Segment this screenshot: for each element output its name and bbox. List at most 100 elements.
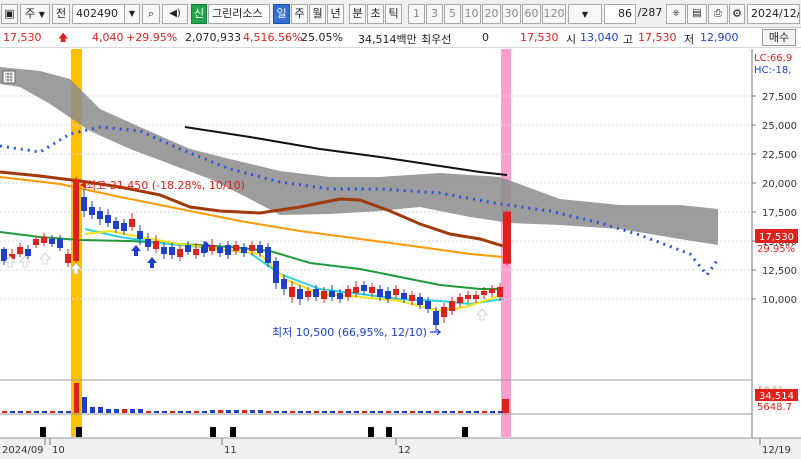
hts-chart-window: ▣ 주 ▼ 전 402490 ▼ ⌕ ◀) 신 그린리소스 일 주 월 년 분 …: [0, 0, 801, 459]
print-icon[interactable]: ⎙: [708, 4, 728, 24]
volume-bar: [290, 411, 295, 413]
period-20[interactable]: 20: [482, 4, 501, 24]
candle-down: [105, 215, 111, 223]
volume-bar: [330, 411, 335, 413]
candle-up: [193, 249, 199, 255]
tab-tick[interactable]: 틱: [385, 4, 402, 24]
period-custom-select[interactable]: ▼: [568, 4, 602, 24]
candle-up: [17, 247, 23, 254]
candle-up: [177, 249, 183, 257]
candle-down: [121, 223, 127, 231]
event-tick: [386, 427, 392, 437]
tick-label: 25,000: [762, 121, 797, 132]
candle-up: [73, 179, 79, 261]
candle-down: [257, 245, 263, 253]
gear-icon[interactable]: ⚙: [729, 4, 745, 24]
volume-bar: [418, 411, 423, 413]
date-input[interactable]: 2024/12/: [747, 4, 800, 24]
market-select[interactable]: 주 ▼: [20, 4, 50, 24]
candle-down: [145, 239, 151, 247]
candle-up: [33, 239, 39, 245]
candle-down: [1, 249, 7, 261]
period-30[interactable]: 30: [502, 4, 521, 24]
x-axis-label: 10: [52, 445, 65, 456]
volume-bar: [26, 411, 31, 413]
volume-percent: 4,516.56%: [243, 31, 303, 44]
candle-down: [401, 293, 407, 299]
current-price: 17,530: [3, 31, 42, 44]
candle-down: [241, 247, 247, 253]
period-5[interactable]: 5: [444, 4, 461, 24]
candle-up: [449, 301, 455, 311]
new-badge[interactable]: 신: [191, 4, 207, 24]
volume-bar: [234, 410, 239, 413]
candle-down: [225, 245, 231, 255]
code-dropdown-icon[interactable]: ▼: [124, 4, 140, 24]
volume-bar: [354, 411, 359, 413]
volume-bar: [34, 411, 39, 413]
period-low-note: 최저 10,500 (66,95%, 12/10): [272, 326, 427, 339]
volume-bar: [282, 411, 287, 413]
speaker-icon[interactable]: ◀): [162, 4, 188, 24]
candle-down: [361, 285, 367, 291]
tab-day[interactable]: 일: [273, 4, 290, 24]
volume-bar-today: [502, 399, 509, 413]
save-icon[interactable]: ▤: [687, 4, 707, 24]
volume-bar: [186, 411, 191, 413]
buy-button[interactable]: 매수: [762, 29, 796, 46]
volume-bar: [386, 411, 391, 413]
candle-up: [345, 289, 351, 297]
volume-bar: [258, 410, 263, 413]
candle-down: [89, 207, 95, 215]
candlestick-chart[interactable]: 27,50025,00022,50020,00017,50015,00012,5…: [0, 49, 801, 459]
tab-month[interactable]: 월: [309, 4, 326, 24]
tick-label: 12,500: [762, 266, 797, 277]
candle-down: [377, 289, 383, 297]
volume-bar: [122, 409, 127, 413]
menu-button[interactable]: ▣: [1, 4, 18, 24]
trade-amount: 34,514백만: [358, 33, 417, 46]
volume-bar: [298, 411, 303, 413]
candle-up: [497, 287, 503, 297]
tab-second[interactable]: 초: [367, 4, 384, 24]
candle-up: [393, 289, 399, 295]
period-120[interactable]: 120: [542, 4, 566, 24]
change-percent: +29.95%: [126, 31, 178, 44]
tick-label: 22,500: [762, 150, 797, 161]
x-axis-label: 12/19: [762, 445, 791, 456]
candle-down: [337, 293, 343, 299]
search-icon[interactable]: ⌕: [142, 4, 160, 24]
period-10[interactable]: 10: [462, 4, 481, 24]
hc-label: HC:-18,: [754, 65, 791, 76]
volume-bar: [370, 411, 375, 413]
price-axis: 27,50025,00022,50020,00017,50015,00012,5…: [752, 92, 797, 306]
candle-down: [113, 221, 119, 229]
chevron-down-icon: ▼: [38, 10, 45, 19]
period-1[interactable]: 1: [408, 4, 425, 24]
volume-bar: [274, 411, 279, 413]
candle-down: [25, 249, 31, 256]
candle-down: [137, 231, 143, 239]
event-tick: [230, 427, 236, 437]
grid-icon[interactable]: ⁜: [666, 4, 686, 24]
last-price: 17,530: [520, 31, 559, 44]
tab-week[interactable]: 주: [291, 4, 308, 24]
volume-bar: [74, 383, 79, 413]
tab-year[interactable]: 년: [327, 4, 344, 24]
volume-bar: [426, 411, 431, 413]
volume-bar: [18, 411, 23, 413]
x-axis-label: 2024/09: [2, 445, 44, 456]
volume-bars: [2, 383, 509, 413]
volume-bar: [442, 411, 447, 413]
tab-minute[interactable]: 분: [349, 4, 366, 24]
prev-code-button[interactable]: 전: [52, 4, 70, 24]
count-input[interactable]: 86: [604, 4, 636, 24]
tick-label: 20,000: [762, 179, 797, 190]
period-60[interactable]: 60: [522, 4, 541, 24]
candle-up: [305, 291, 311, 297]
chevron-down-icon: ▼: [581, 10, 589, 19]
volume-bar: [346, 411, 351, 413]
volume-bar: [170, 411, 175, 413]
period-3[interactable]: 3: [426, 4, 443, 24]
price-tag: 17,530: [759, 232, 794, 243]
